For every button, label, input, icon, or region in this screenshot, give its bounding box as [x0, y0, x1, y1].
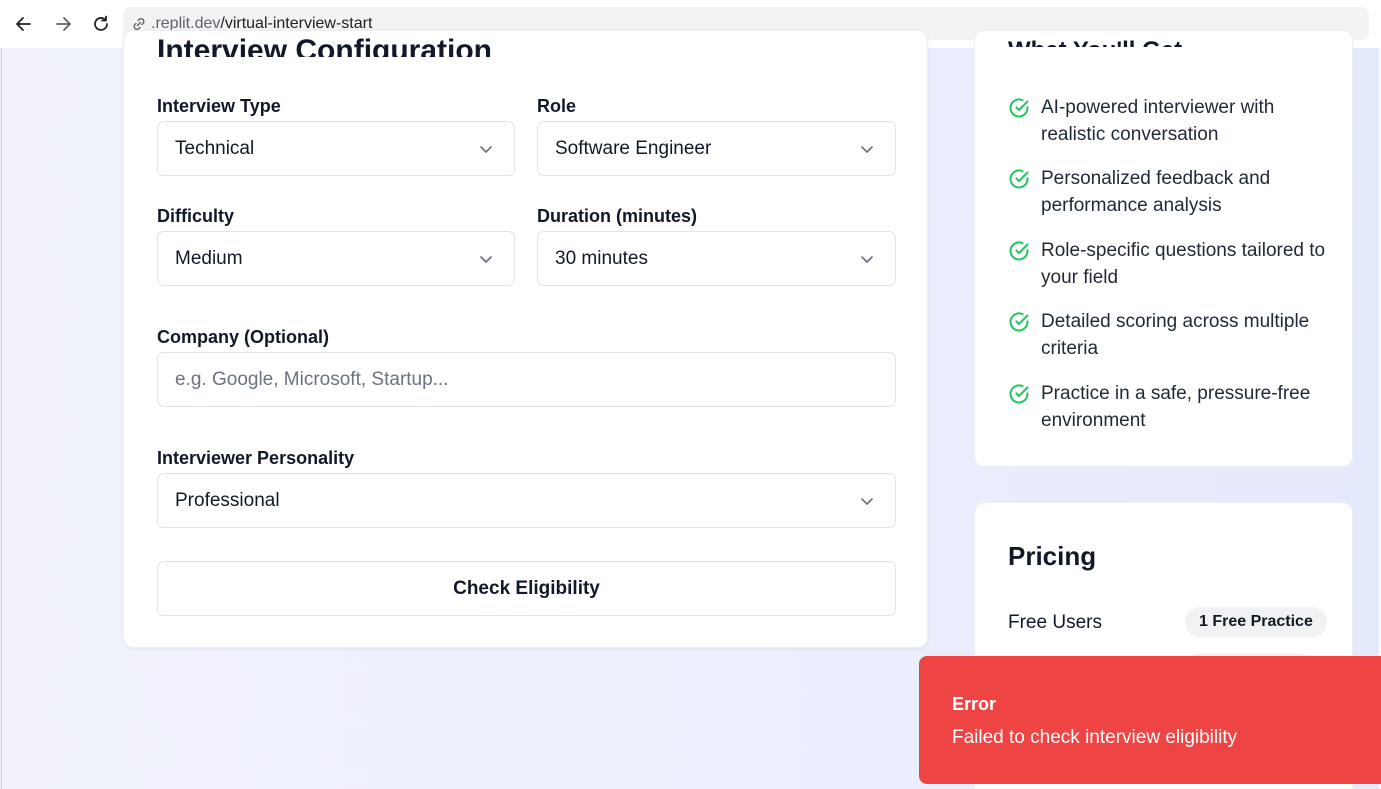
- features-title: What You'll Get: [1008, 31, 1182, 47]
- feature-item: Role-specific questions tailored to your…: [1008, 240, 1328, 291]
- reload-icon: [94, 15, 108, 31]
- check-circle-icon: [1009, 241, 1029, 261]
- feature-text: AI-powered interviewer with realistic co…: [1041, 97, 1275, 145]
- role-select[interactable]: Software Engineer: [537, 121, 896, 176]
- interview-type-label: Interview Type: [157, 96, 281, 116]
- check-eligibility-button[interactable]: Check Eligibility: [157, 561, 896, 616]
- chevron-down-icon: [859, 493, 875, 509]
- check-circle-icon: [1009, 98, 1029, 118]
- arrow-left-icon: [16, 17, 31, 31]
- check-circle-icon: [1009, 169, 1029, 189]
- role-label: Role: [537, 96, 577, 116]
- chevron-down-icon: [478, 141, 494, 157]
- error-toast[interactable]: Error Failed to check interview eligibil…: [919, 656, 1381, 784]
- difficulty-label: Difficulty: [157, 206, 235, 226]
- interview-config-card: Interview Configuration Interview Type T…: [123, 30, 928, 648]
- duration-label: Duration (minutes): [537, 206, 697, 226]
- interview-type-select[interactable]: Technical: [157, 121, 515, 176]
- pricing-title: Pricing: [1008, 541, 1097, 571]
- feature-item: AI-powered interviewer with realistic co…: [1008, 97, 1328, 148]
- card-title: Interview Configuration: [157, 34, 493, 57]
- role-value: Software Engineer: [555, 137, 712, 159]
- feature-item: Practice in a safe, pressure-free enviro…: [1008, 383, 1328, 434]
- chevron-down-icon: [478, 251, 494, 267]
- company-input[interactable]: [157, 352, 896, 407]
- check-circle-icon: [1009, 312, 1029, 332]
- personality-label: Interviewer Personality: [157, 448, 355, 468]
- feature-text: Practice in a safe, pressure-free enviro…: [1041, 383, 1311, 431]
- feature-text: Personalized feedback and performance an…: [1041, 168, 1271, 216]
- feature-item: Detailed scoring across multiple criteri…: [1008, 311, 1328, 362]
- duration-select[interactable]: 30 minutes: [537, 231, 896, 286]
- toast-message: Failed to check interview eligibility: [952, 727, 1238, 748]
- feature-text: Role-specific questions tailored to your…: [1041, 240, 1326, 288]
- duration-value: 30 minutes: [555, 247, 648, 269]
- check-circle-icon: [1009, 384, 1029, 404]
- forward-button[interactable]: [48, 9, 78, 39]
- arrow-right-icon: [56, 17, 71, 31]
- company-label: Company (Optional): [157, 327, 329, 347]
- chevron-down-icon: [859, 251, 875, 267]
- back-button[interactable]: [9, 9, 39, 39]
- interview-type-value: Technical: [175, 137, 255, 159]
- reload-button[interactable]: [86, 9, 116, 39]
- chevron-down-icon: [859, 141, 875, 157]
- feature-text: Detailed scoring across multiple criteri…: [1041, 311, 1310, 359]
- feature-item: Personalized feedback and performance an…: [1008, 168, 1328, 219]
- personality-value: Professional: [175, 489, 280, 511]
- toast-title: Error: [952, 694, 997, 714]
- page-border: [1, 48, 2, 789]
- difficulty-select[interactable]: Medium: [157, 231, 515, 286]
- pricing-badge: 1 Free Practice: [1185, 607, 1327, 637]
- features-card: What You'll Get AI-powered interviewer w…: [974, 30, 1353, 467]
- difficulty-value: Medium: [175, 247, 243, 269]
- pricing-row-label: Free Users: [1008, 612, 1102, 633]
- personality-select[interactable]: Professional: [157, 473, 896, 528]
